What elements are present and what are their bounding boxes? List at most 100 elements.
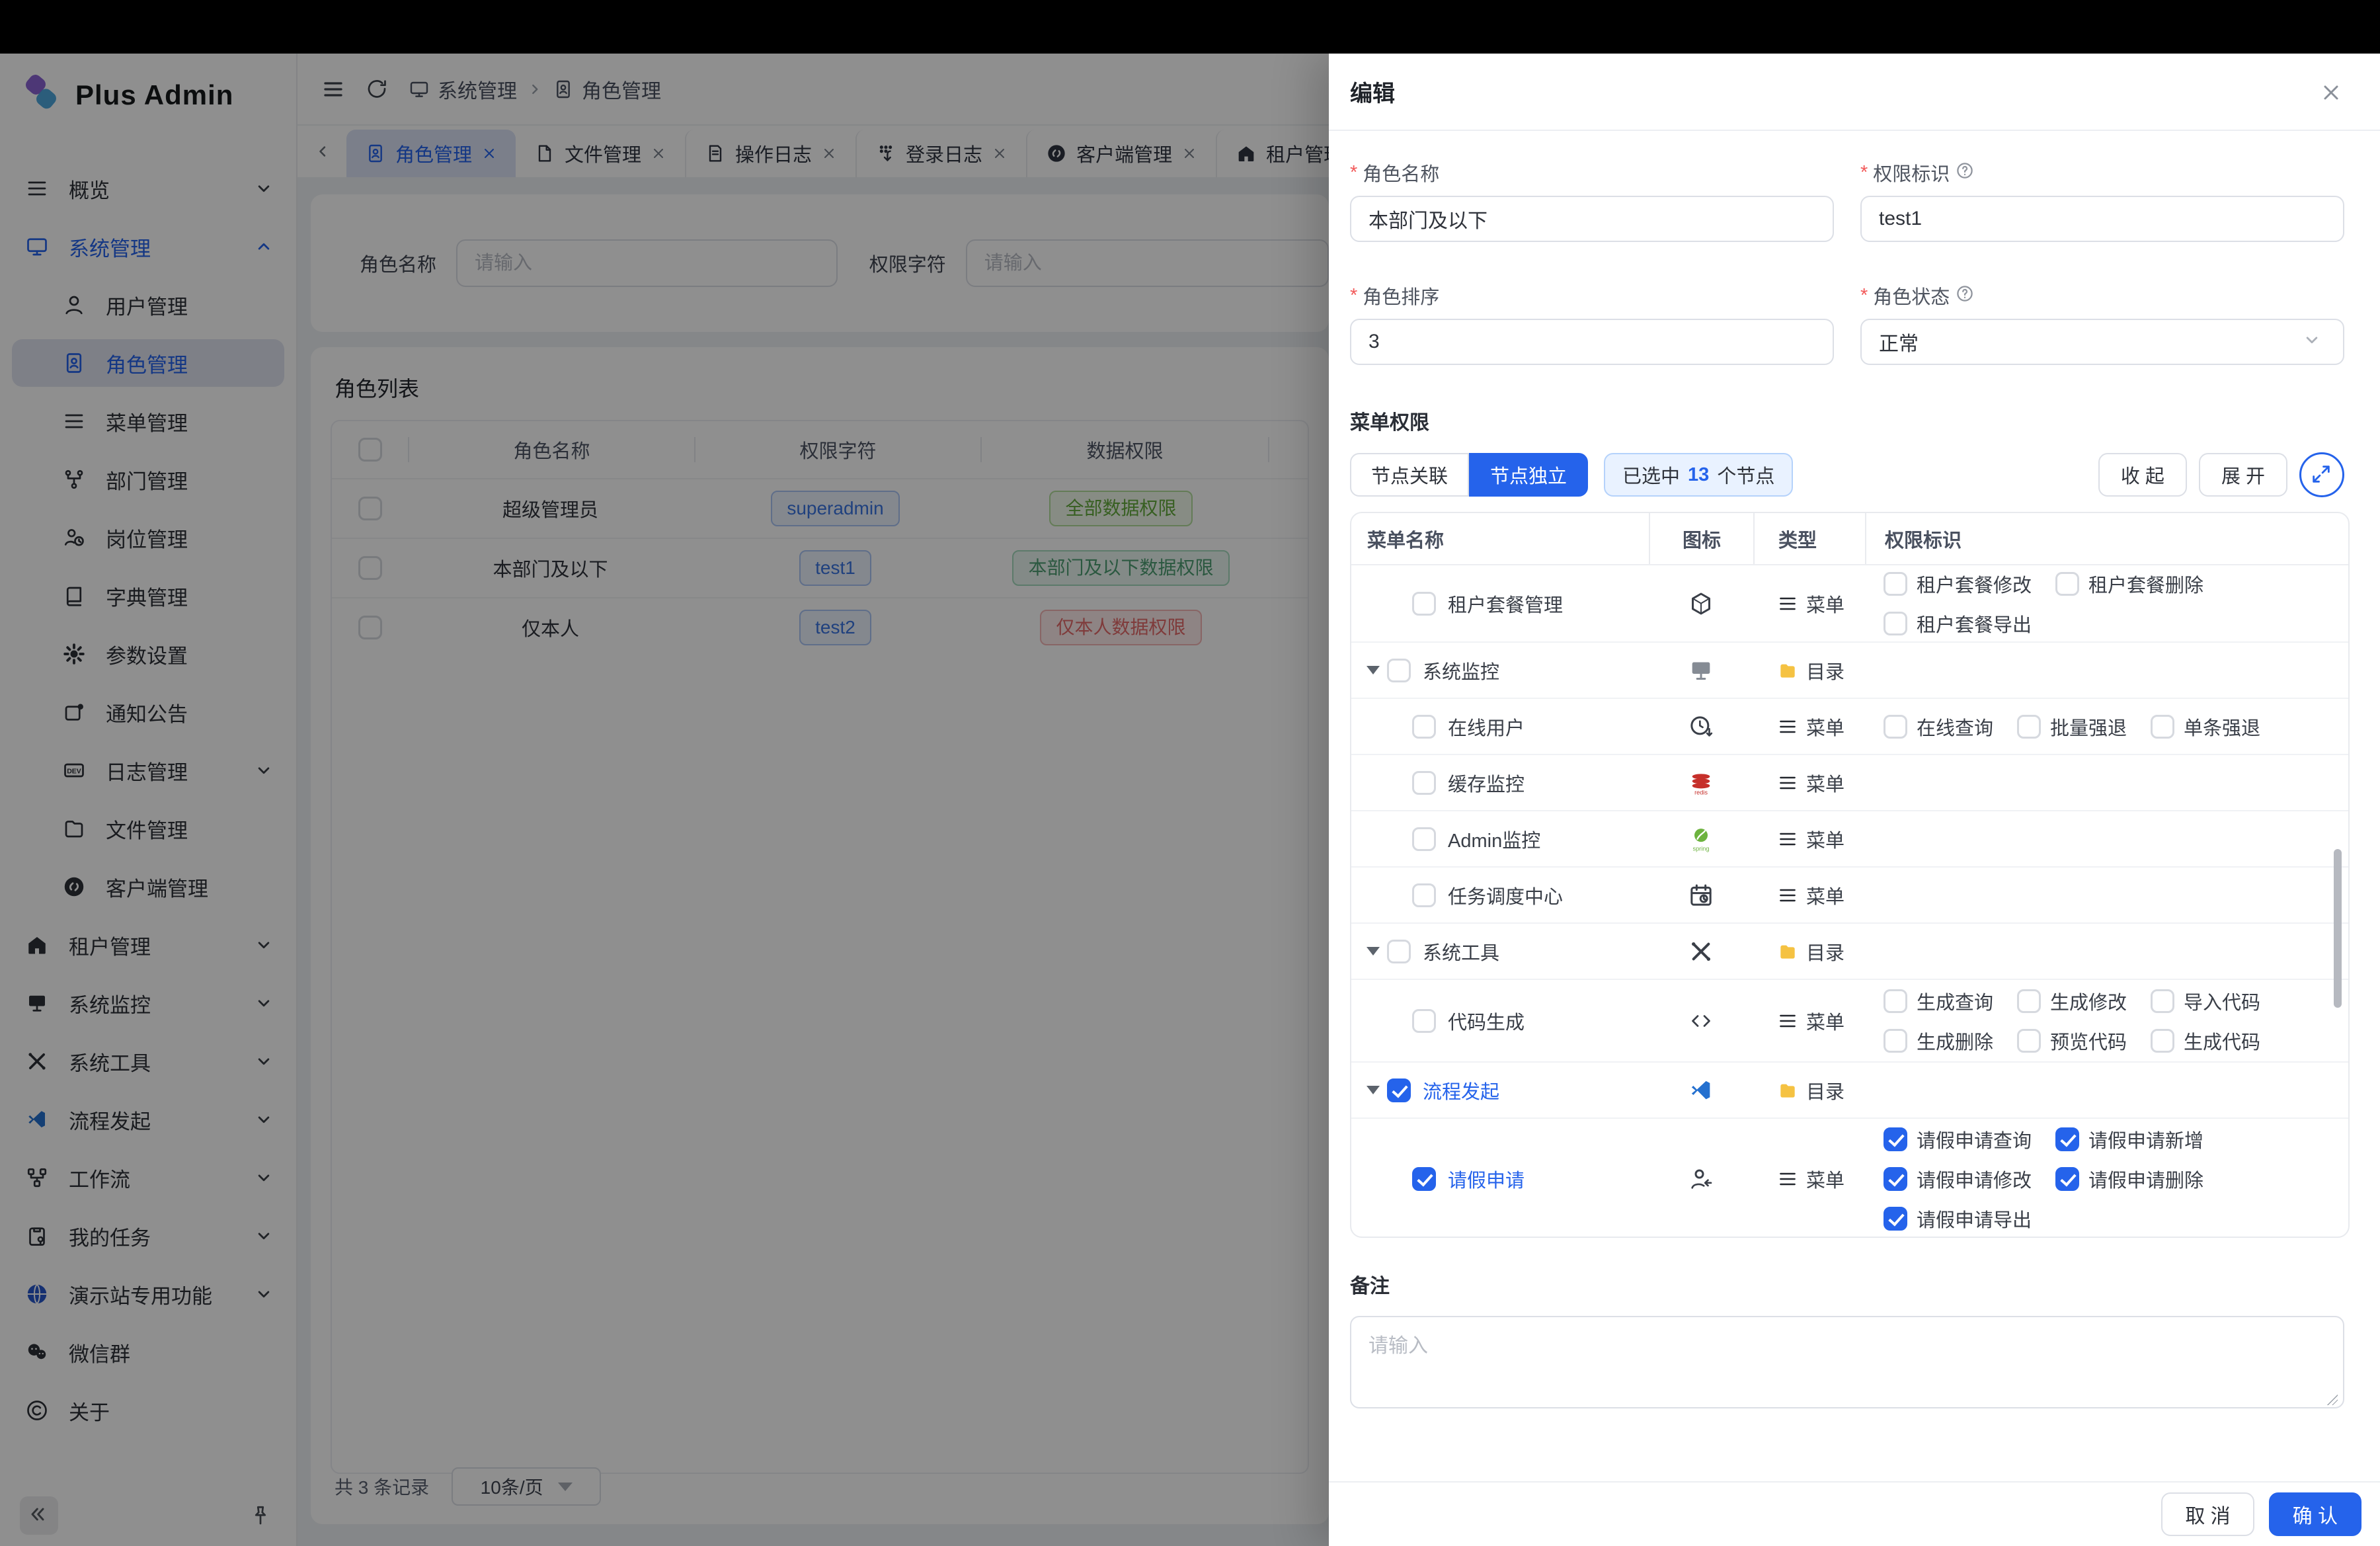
tree-node-checkbox[interactable] — [1412, 827, 1436, 851]
perm-label: 租户套餐修改 — [1917, 570, 2032, 598]
perm-label: 批量强退 — [2050, 713, 2127, 741]
tree-column-perm: 权限标识 — [1865, 513, 2348, 564]
tree-node-label[interactable]: 请假申请 — [1448, 1165, 1525, 1193]
tree-cell-perms — [1865, 775, 2348, 791]
perm-item: 租户套餐删除 — [2055, 570, 2203, 598]
perm-checkbox[interactable] — [1884, 572, 1907, 596]
role-status-select[interactable]: 正常 — [1860, 319, 2344, 365]
expand-arrow-icon[interactable] — [1363, 947, 1383, 956]
tree-node-checkbox[interactable] — [1412, 771, 1436, 795]
node-independent-button[interactable]: 节点独立 — [1469, 453, 1588, 497]
tree-column-type: 类型 — [1753, 513, 1865, 564]
tree-node-label[interactable]: 缓存监控 — [1448, 769, 1525, 797]
tree-cell-icon — [1649, 1008, 1753, 1034]
tree-node-label[interactable]: 流程发起 — [1423, 1077, 1499, 1104]
perm-checkbox[interactable] — [1884, 715, 1907, 739]
expand-arrow-icon[interactable] — [1363, 666, 1383, 674]
remark-label: 备注 — [1350, 1270, 2344, 1299]
tree-type-label: 目录 — [1806, 657, 1844, 684]
perm-checkbox[interactable] — [1884, 989, 1907, 1013]
expand-all-button[interactable]: 展 开 — [2199, 453, 2287, 497]
perm-checkbox[interactable] — [2055, 572, 2079, 596]
tree-node-checkbox[interactable] — [1387, 940, 1411, 963]
perm-checkbox[interactable] — [1884, 1167, 1907, 1191]
folder-yellow-icon — [1777, 660, 1798, 681]
tree-row: 租户套餐管理菜单租户套餐修改租户套餐删除租户套餐导出 — [1351, 565, 2348, 641]
perm-checkbox[interactable] — [1884, 1127, 1907, 1151]
perm-checkbox[interactable] — [2017, 989, 2041, 1013]
tree-cell-type: 菜单 — [1753, 825, 1865, 853]
perm-label: 请假申请修改 — [1917, 1165, 2032, 1193]
perm-checkbox[interactable] — [2055, 1127, 2079, 1151]
selected-suffix: 个节点 — [1717, 461, 1774, 489]
field-perm-key: *权限标识 — [1860, 160, 2344, 242]
tree-cell-perms — [1865, 1082, 2348, 1098]
tree-node-label[interactable]: Admin监控 — [1448, 825, 1540, 853]
selected-prefix: 已选中 — [1622, 461, 1680, 489]
perm-key-input[interactable] — [1860, 196, 2344, 242]
perm-checkbox[interactable] — [1884, 1207, 1907, 1231]
fullscreen-icon — [2310, 463, 2334, 487]
tree-node-label[interactable]: 租户套餐管理 — [1448, 590, 1563, 618]
role-sort-input[interactable] — [1350, 319, 1834, 365]
perm-checkbox[interactable] — [2017, 1029, 2041, 1053]
fullscreen-button[interactable] — [2299, 452, 2344, 497]
tree-node-checkbox[interactable] — [1412, 1167, 1436, 1191]
drawer-header: 编辑 — [1329, 54, 2380, 131]
tree-type-label: 目录 — [1806, 1077, 1844, 1104]
tree-node-checkbox[interactable] — [1412, 1009, 1436, 1033]
remark-textarea[interactable] — [1350, 1316, 2344, 1408]
tree-row: 缓存监控redis菜单 — [1351, 754, 2348, 810]
tree-cell-icon — [1649, 1077, 1753, 1104]
question-circle-icon — [1955, 161, 1979, 184]
role-name-input[interactable] — [1350, 196, 1834, 242]
os-top-bar — [0, 0, 2380, 54]
perm-checkbox[interactable] — [1884, 612, 1907, 635]
tree-cell-icon: spring — [1649, 826, 1753, 852]
tree-node-label[interactable]: 系统工具 — [1423, 938, 1499, 965]
folder-yellow-icon — [1777, 1080, 1798, 1101]
tree-node-label[interactable]: 代码生成 — [1448, 1007, 1525, 1035]
tree-node-label[interactable]: 在线用户 — [1448, 713, 1525, 741]
perm-checkbox[interactable] — [2151, 989, 2174, 1013]
role-status-value: 正常 — [1879, 327, 1919, 356]
perm-item: 导入代码 — [2151, 987, 2260, 1015]
drawer-close-button[interactable] — [2319, 80, 2343, 104]
perm-item: 生成代码 — [2151, 1027, 2260, 1055]
tree-cell-perms — [1865, 831, 2348, 847]
drawer-title: 编辑 — [1350, 75, 1395, 108]
svg-text:redis: redis — [1694, 789, 1708, 795]
expand-arrow-icon[interactable] — [1363, 1086, 1383, 1094]
tree-node-checkbox[interactable] — [1387, 1078, 1411, 1102]
cancel-button[interactable]: 取 消 — [2161, 1492, 2254, 1536]
perm-checkbox[interactable] — [1884, 1029, 1907, 1053]
perm-checkbox[interactable] — [2151, 715, 2174, 739]
tree-row: 在线用户菜单在线查询批量强退单条强退 — [1351, 698, 2348, 754]
perm-checkbox[interactable] — [2151, 1029, 2174, 1053]
menu-perm-section-label: 菜单权限 — [1350, 406, 2344, 435]
confirm-button[interactable]: 确 认 — [2269, 1492, 2361, 1536]
modal-overlay[interactable] — [0, 0, 1329, 1546]
tree-node-label[interactable]: 任务调度中心 — [1448, 881, 1563, 909]
perm-label: 请假申请删除 — [2088, 1165, 2203, 1193]
question-circle-icon — [1955, 284, 1979, 307]
tree-node-checkbox[interactable] — [1412, 883, 1436, 907]
tree-scrollbar-thumb[interactable] — [2334, 849, 2342, 1008]
perm-item: 请假申请查询 — [1884, 1125, 2032, 1153]
drawer-footer: 取 消 确 认 — [1329, 1481, 2380, 1546]
perm-label: 单条强退 — [2184, 713, 2260, 741]
tree-cell-name: 请假申请 — [1351, 1165, 1649, 1193]
perm-checkbox[interactable] — [2055, 1167, 2079, 1191]
tree-node-checkbox[interactable] — [1412, 592, 1436, 616]
tree-cell-icon — [1649, 590, 1753, 617]
node-mode-segmented: 节点关联 节点独立 — [1350, 453, 1588, 497]
collapse-all-button[interactable]: 收 起 — [2098, 453, 2187, 497]
person-arrow-icon — [1688, 1166, 1714, 1192]
node-linked-button[interactable]: 节点关联 — [1350, 453, 1469, 497]
tree-node-checkbox[interactable] — [1387, 659, 1411, 682]
tree-cell-perms — [1865, 663, 2348, 678]
tree-node-checkbox[interactable] — [1412, 715, 1436, 739]
tree-cell-perms: 租户套餐修改租户套餐删除租户套餐导出 — [1865, 562, 2348, 645]
tree-node-label[interactable]: 系统监控 — [1423, 657, 1499, 684]
perm-checkbox[interactable] — [2017, 715, 2041, 739]
